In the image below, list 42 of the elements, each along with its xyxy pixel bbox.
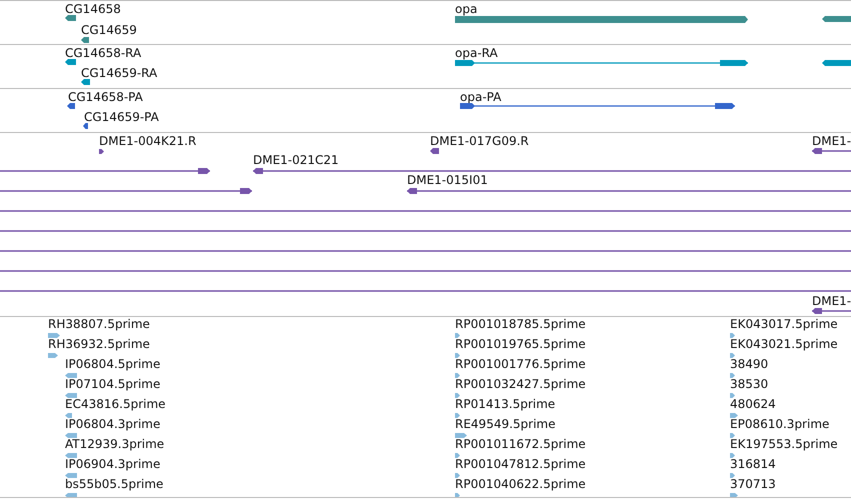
feature-label[interactable]: opa-RA [455, 46, 498, 60]
feature-label[interactable]: IP06804.3prime [65, 417, 160, 431]
feature-label[interactable]: EP08610.3prime [730, 417, 830, 431]
feature-label[interactable]: IP06804.5prime [65, 357, 160, 371]
feature-label[interactable]: DME1- [812, 294, 851, 308]
feature-label[interactable]: RP001032427.5prime [455, 377, 586, 391]
feature-label[interactable]: CG14659 [81, 23, 137, 37]
feature-label[interactable]: 38490 [730, 357, 768, 371]
feature-label[interactable]: 480624 [730, 397, 776, 411]
feature-label[interactable]: CG14659-RA [81, 66, 158, 80]
feature-label[interactable]: 370713 [730, 477, 776, 491]
feature-label[interactable]: CG14658-PA [68, 90, 143, 104]
feature-label[interactable]: opa-PA [460, 90, 502, 104]
feature-label[interactable]: opa [455, 2, 478, 16]
feature-label[interactable]: EC43816.5prime [65, 397, 166, 411]
feature-label[interactable]: RH36932.5prime [48, 337, 150, 351]
feature-label[interactable]: CG14658-RA [65, 46, 142, 60]
feature-label[interactable]: CG14658 [65, 2, 121, 16]
feature-label[interactable]: RP001011672.5prime [455, 437, 586, 451]
feature-label[interactable]: RP01413.5prime [455, 397, 556, 411]
feature-label[interactable]: 316814 [730, 457, 776, 471]
feature-label[interactable]: RP001019765.5prime [455, 337, 586, 351]
feature-label[interactable]: 38530 [730, 377, 768, 391]
feature-label[interactable]: RP001001776.5prime [455, 357, 586, 371]
feature-label[interactable]: CG14659-PA [84, 110, 159, 124]
feature-label[interactable]: IP06904.3prime [65, 457, 160, 471]
feature-label[interactable]: DME1-015I01 [407, 173, 488, 187]
feature-label[interactable]: IP07104.5prime [65, 377, 160, 391]
feature-label[interactable]: RP001040622.5prime [455, 477, 586, 491]
feature-label[interactable]: RP001047812.5prime [455, 457, 586, 471]
feature-label[interactable]: AT12939.3prime [65, 437, 164, 451]
feature-label[interactable]: bs55b05.5prime [65, 477, 164, 491]
feature-label[interactable]: DME1-017G09.R [430, 134, 529, 148]
feature-label[interactable]: EK043021.5prime [730, 337, 838, 351]
feature-label[interactable]: EK197553.5prime [730, 437, 838, 451]
feature-label[interactable]: RP001018785.5prime [455, 317, 586, 331]
feature-label[interactable]: DME1-004K21.R [99, 134, 196, 148]
feature-label[interactable]: EK043017.5prime [730, 317, 838, 331]
feature-label[interactable]: RE49549.5prime [455, 417, 556, 431]
feature-label[interactable]: DME1- [812, 134, 851, 148]
feature-label[interactable]: DME1-021C21 [253, 153, 339, 167]
feature-label[interactable]: RH38807.5prime [48, 317, 150, 331]
